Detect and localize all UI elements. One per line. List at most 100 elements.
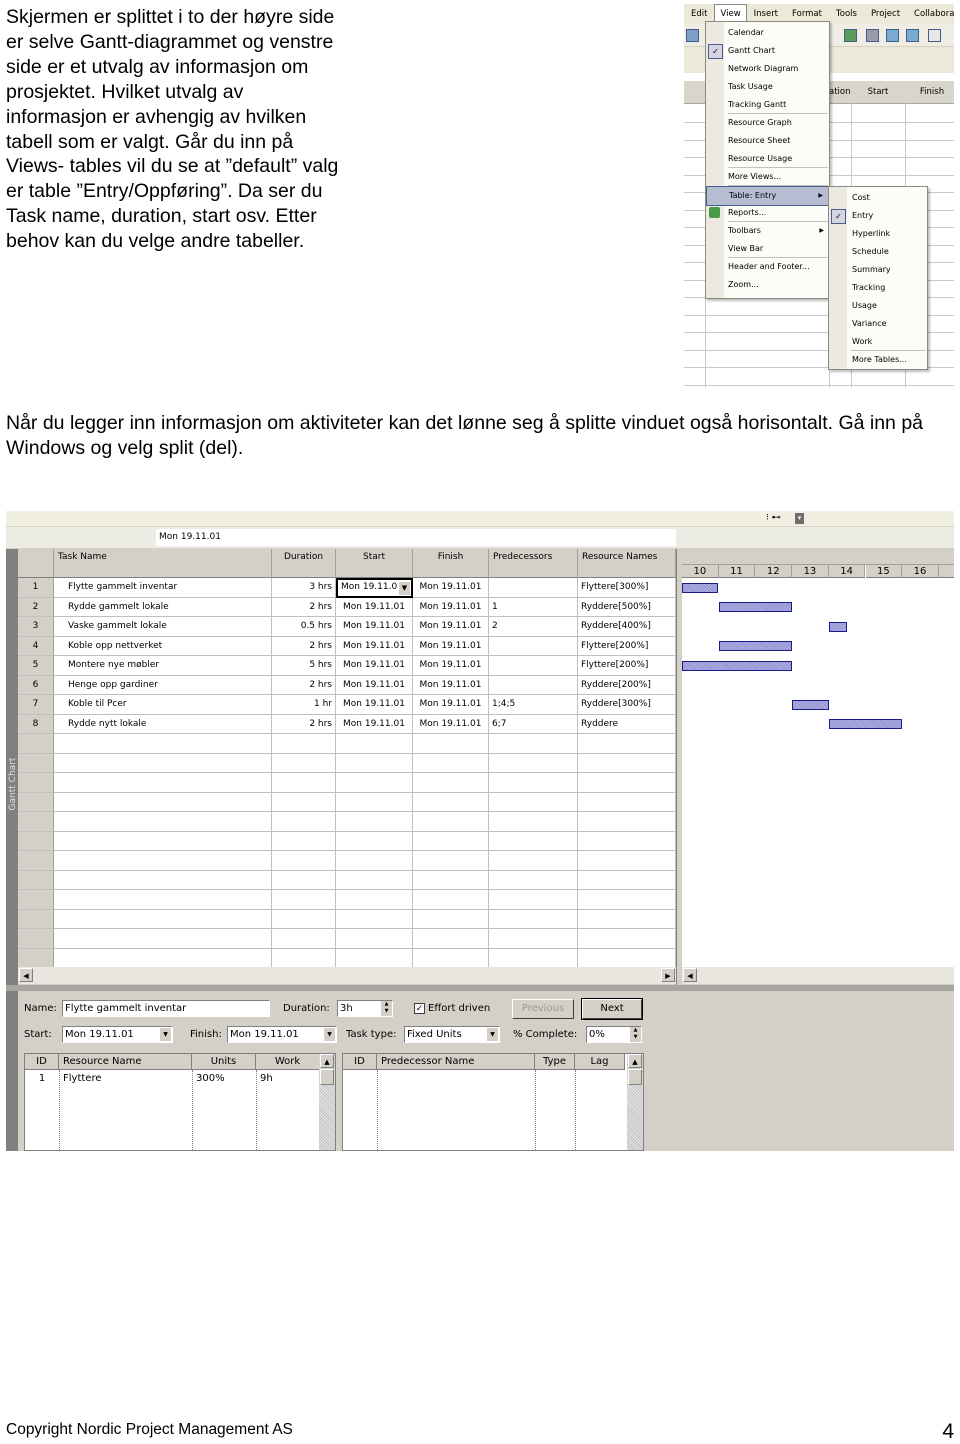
cell-predecessors[interactable] bbox=[489, 812, 578, 832]
menu-project[interactable]: Project bbox=[864, 9, 907, 19]
cell-finish[interactable] bbox=[413, 870, 489, 890]
cell-predecessors[interactable] bbox=[489, 675, 578, 695]
cell-duration[interactable] bbox=[272, 929, 336, 949]
submenu-item-entry[interactable]: ✓ Entry bbox=[829, 207, 927, 225]
chevron-down-icon[interactable]: ▼ bbox=[324, 1028, 335, 1041]
cell-resources[interactable]: Flyttere[300%] bbox=[578, 578, 676, 598]
empty-row[interactable] bbox=[18, 753, 676, 773]
cell-finish[interactable] bbox=[413, 909, 489, 929]
menu-item-toolbars[interactable]: Toolbars ▶ bbox=[706, 222, 829, 240]
cell-finish[interactable] bbox=[413, 831, 489, 851]
cell-finish[interactable] bbox=[413, 851, 489, 871]
menu-tools[interactable]: Tools bbox=[829, 9, 864, 19]
cell-resources[interactable] bbox=[578, 831, 676, 851]
cell-duration[interactable] bbox=[272, 909, 336, 929]
empty-row[interactable] bbox=[18, 909, 676, 929]
cell-name[interactable]: Koble til Pcer bbox=[54, 695, 272, 715]
cell-predecessors[interactable] bbox=[489, 792, 578, 812]
cell-resources[interactable] bbox=[578, 812, 676, 832]
cell-finish[interactable] bbox=[413, 753, 489, 773]
cell-start[interactable] bbox=[336, 753, 413, 773]
scroll-left-icon[interactable]: ◀ bbox=[683, 968, 697, 982]
cell-resources[interactable]: Flyttere[200%] bbox=[578, 636, 676, 656]
empty-row[interactable] bbox=[18, 831, 676, 851]
vertical-scrollbar[interactable]: ▲ bbox=[319, 1054, 335, 1150]
cell-name[interactable]: Vaske gammelt lokale bbox=[54, 617, 272, 637]
menu-item-calendar[interactable]: Calendar bbox=[706, 24, 829, 42]
cell-predecessors[interactable] bbox=[489, 870, 578, 890]
duration-spinner[interactable]: ▲ ▼ bbox=[381, 1001, 392, 1016]
cell-name[interactable]: Flyttere bbox=[59, 1072, 196, 1086]
percent-complete-spinner[interactable]: ▲ ▼ bbox=[630, 1027, 641, 1042]
cell-start[interactable]: Mon 19.11.01 bbox=[336, 714, 413, 734]
cell-name[interactable]: Henge opp gardiner bbox=[54, 675, 272, 695]
next-button[interactable]: Next bbox=[581, 998, 643, 1020]
cell-start[interactable]: Mon 19.11.01 bbox=[336, 617, 413, 637]
cell-units[interactable]: 300% bbox=[192, 1072, 260, 1086]
globe-icon[interactable] bbox=[844, 29, 857, 42]
cell-predecessors[interactable] bbox=[489, 890, 578, 910]
percent-complete-field[interactable]: 0% ▲ ▼ bbox=[586, 1026, 642, 1043]
cell-duration[interactable] bbox=[272, 851, 336, 871]
cell-duration[interactable] bbox=[272, 792, 336, 812]
cell-predecessors[interactable] bbox=[489, 636, 578, 656]
menu-item-more-views[interactable]: More Views... bbox=[706, 168, 829, 186]
network-icon[interactable]: ⁝ ⊷ bbox=[766, 513, 781, 523]
empty-row[interactable] bbox=[18, 929, 676, 949]
cell-start[interactable] bbox=[336, 812, 413, 832]
split-icon[interactable] bbox=[886, 29, 899, 42]
submenu-item-work[interactable]: Work bbox=[829, 333, 927, 351]
gantt-bar[interactable] bbox=[828, 719, 903, 729]
scroll-thumb[interactable] bbox=[320, 1069, 334, 1085]
cell-name[interactable]: Rydde nytt lokale bbox=[54, 714, 272, 734]
cell-start[interactable] bbox=[336, 929, 413, 949]
cell-work[interactable]: 9h bbox=[256, 1072, 324, 1086]
column-header-type[interactable]: Type bbox=[535, 1054, 575, 1070]
table-row[interactable]: 3 Vaske gammelt lokale 0.5 hrs Mon 19.11.01… bbox=[18, 617, 676, 637]
cell-duration[interactable]: 5 hrs bbox=[272, 656, 336, 676]
gantt-horizontal-scrollbar[interactable]: ◀ bbox=[682, 967, 954, 984]
cell-predecessors[interactable] bbox=[489, 656, 578, 676]
cell-duration[interactable] bbox=[272, 890, 336, 910]
table-row[interactable]: 4 Koble opp nettverket 2 hrs Mon 19.11.01 Mo… bbox=[18, 636, 676, 656]
link-icon[interactable] bbox=[866, 29, 879, 42]
cell-finish[interactable] bbox=[413, 792, 489, 812]
menu-item-table-entry[interactable]: Table: Entry ▶ bbox=[706, 186, 829, 206]
cell-predecessors[interactable] bbox=[489, 734, 578, 754]
cell-resources[interactable] bbox=[578, 734, 676, 754]
column-header-lag[interactable]: Lag bbox=[575, 1054, 625, 1070]
cell-id[interactable]: 1 bbox=[25, 1072, 59, 1086]
gantt-bar[interactable] bbox=[828, 621, 848, 632]
cell-resources[interactable]: Ryddere bbox=[578, 714, 676, 734]
column-header-work[interactable]: Work bbox=[256, 1054, 320, 1070]
cell-duration[interactable] bbox=[272, 870, 336, 890]
scroll-right-icon[interactable]: ▶ bbox=[661, 968, 675, 982]
cell-start[interactable]: Mon 19.11.0 ▼ bbox=[336, 578, 413, 598]
save-icon[interactable] bbox=[686, 29, 699, 42]
toolbar-options-icon[interactable]: ▾ bbox=[795, 513, 804, 524]
cell-duration[interactable]: 0.5 hrs bbox=[272, 617, 336, 637]
menu-item-reports[interactable]: Reports... bbox=[706, 204, 829, 222]
cell-resources[interactable] bbox=[578, 851, 676, 871]
column-header-units[interactable]: Units bbox=[192, 1054, 256, 1070]
menu-insert[interactable]: Insert bbox=[747, 9, 785, 19]
cell-name[interactable] bbox=[54, 948, 272, 968]
finish-field[interactable]: Mon 19.11.01 ▼ bbox=[227, 1026, 337, 1043]
entry-field[interactable]: Mon 19.11.01 bbox=[156, 529, 676, 546]
cell-start[interactable] bbox=[336, 948, 413, 968]
cell-start[interactable]: Mon 19.11.01 bbox=[336, 597, 413, 617]
cell-resources[interactable] bbox=[578, 870, 676, 890]
cell-name[interactable] bbox=[54, 831, 272, 851]
cell-duration[interactable]: 2 hrs bbox=[272, 675, 336, 695]
cell-resources[interactable] bbox=[578, 753, 676, 773]
cell-resources[interactable]: Ryddere[300%] bbox=[578, 695, 676, 715]
start-field[interactable]: Mon 19.11.01 ▼ bbox=[62, 1026, 173, 1043]
scroll-up-icon[interactable]: ▲ bbox=[320, 1054, 334, 1068]
cell-duration[interactable] bbox=[272, 734, 336, 754]
cell-duration[interactable]: 3 hrs bbox=[272, 578, 336, 598]
empty-row[interactable] bbox=[18, 890, 676, 910]
column-header-start[interactable]: Start bbox=[336, 549, 413, 578]
cell-start[interactable] bbox=[336, 870, 413, 890]
cell-predecessors[interactable] bbox=[489, 578, 578, 598]
cell-name[interactable] bbox=[54, 890, 272, 910]
